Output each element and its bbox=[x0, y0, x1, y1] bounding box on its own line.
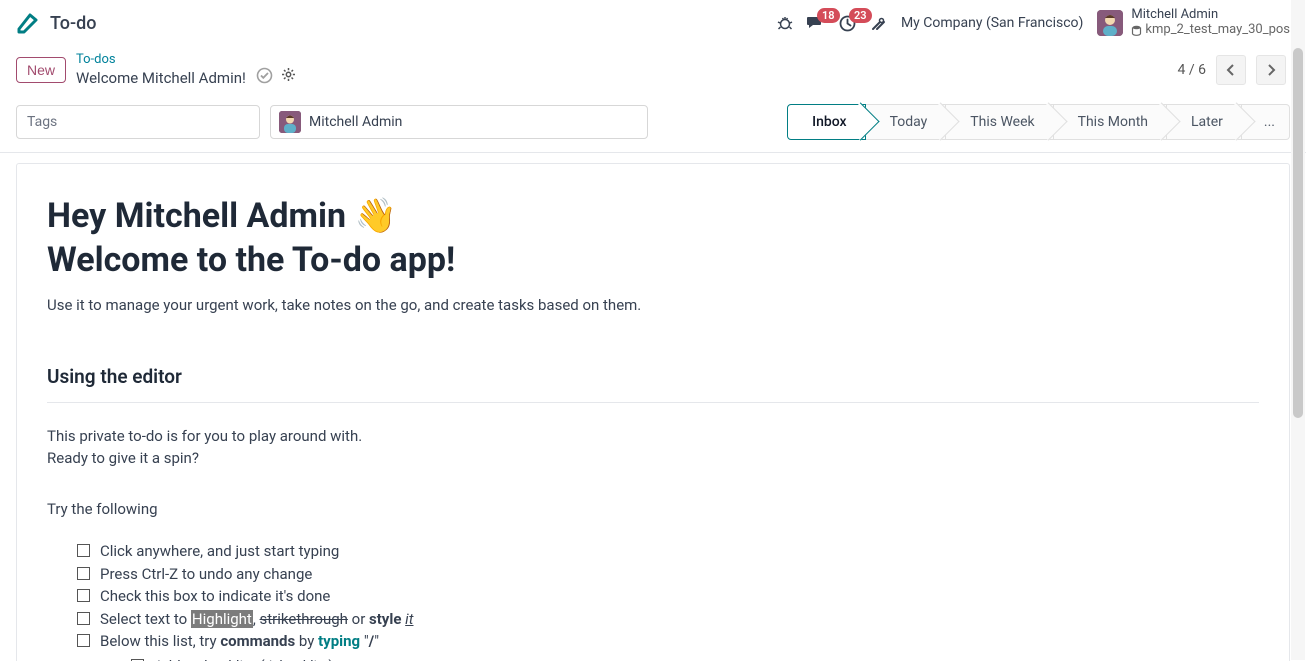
editor-content[interactable]: Hey Mitchell Admin 👋 Welcome to the To-d… bbox=[16, 163, 1290, 661]
stage-inbox[interactable]: Inbox bbox=[787, 104, 865, 140]
tags-placeholder: Tags bbox=[27, 114, 57, 130]
top-nav: To-do 18 23 My Company (San Francisco) M… bbox=[0, 0, 1306, 46]
checkbox[interactable] bbox=[77, 544, 90, 557]
stage-this-week[interactable]: This Week bbox=[946, 104, 1053, 140]
check-item: Add a checklist (/checklist) bbox=[131, 655, 1259, 661]
mark-done-icon[interactable] bbox=[256, 67, 273, 88]
assignee-field[interactable]: Mitchell Admin bbox=[270, 105, 648, 139]
breadcrumb-parent[interactable]: To-dos bbox=[76, 52, 296, 67]
doc-subheading: Using the editor bbox=[47, 365, 1259, 388]
check-item: Press Ctrl-Z to undo any change bbox=[77, 563, 1259, 586]
check-item: Below this list, try commands by typing … bbox=[77, 630, 1259, 653]
content-scroll[interactable]: Hey Mitchell Admin 👋 Welcome to the To-d… bbox=[0, 153, 1306, 661]
company-selector[interactable]: My Company (San Francisco) bbox=[901, 15, 1083, 31]
pager-prev-button[interactable] bbox=[1216, 55, 1246, 85]
stage-this-month[interactable]: This Month bbox=[1054, 104, 1167, 140]
user-menu[interactable]: Mitchell Admin kmp_2_test_may_30_pos bbox=[1097, 8, 1290, 38]
doc-subtitle: Use it to manage your urgent work, take … bbox=[47, 294, 1259, 317]
breadcrumb-row: New To-dos Welcome Mitchell Admin! 4 / 6 bbox=[0, 46, 1306, 98]
new-button[interactable]: New bbox=[16, 57, 66, 83]
messages-icon[interactable]: 18 bbox=[807, 15, 825, 31]
checkbox[interactable] bbox=[77, 567, 90, 580]
user-avatar bbox=[1097, 10, 1123, 36]
checklist: Click anywhere, and just start typing Pr… bbox=[47, 540, 1259, 653]
pager: 4 / 6 bbox=[1178, 55, 1286, 85]
activities-badge: 23 bbox=[849, 8, 872, 23]
checkbox[interactable] bbox=[77, 589, 90, 602]
checkbox[interactable] bbox=[77, 634, 90, 647]
checkbox[interactable] bbox=[77, 612, 90, 625]
checklist-nested: Add a checklist (/checklist) Add a separ… bbox=[47, 655, 1259, 661]
check-item: Select text to Highlight, strikethrough … bbox=[77, 608, 1259, 631]
assignee-avatar bbox=[279, 111, 301, 133]
control-row: Tags Mitchell Admin Inbox Today This Wee… bbox=[0, 98, 1306, 153]
assignee-name: Mitchell Admin bbox=[309, 114, 402, 130]
check-item: Check this box to indicate it's done bbox=[77, 585, 1259, 608]
breadcrumb-title: Welcome Mitchell Admin! bbox=[76, 69, 246, 87]
messages-badge: 18 bbox=[817, 8, 840, 23]
user-name: Mitchell Admin bbox=[1131, 8, 1290, 23]
doc-heading: Hey Mitchell Admin 👋 Welcome to the To-d… bbox=[47, 194, 1259, 282]
settings-tools-icon[interactable] bbox=[870, 15, 887, 32]
doc-p2: Ready to give it a spin? bbox=[47, 447, 1259, 470]
gear-icon[interactable] bbox=[281, 67, 296, 88]
stage-tabs: Inbox Today This Week This Month Later .… bbox=[787, 104, 1290, 140]
doc-p1: This private to-do is for you to play ar… bbox=[47, 425, 1259, 448]
database-icon bbox=[1131, 25, 1142, 36]
app-icon[interactable] bbox=[16, 11, 40, 35]
divider bbox=[47, 402, 1259, 403]
check-item: Click anywhere, and just start typing bbox=[77, 540, 1259, 563]
pager-next-button[interactable] bbox=[1256, 55, 1286, 85]
app-title[interactable]: To-do bbox=[50, 13, 96, 34]
tags-input[interactable]: Tags bbox=[16, 105, 260, 139]
database-name: kmp_2_test_may_30_pos bbox=[1145, 23, 1290, 38]
pager-text[interactable]: 4 / 6 bbox=[1178, 62, 1206, 78]
activities-icon[interactable]: 23 bbox=[839, 15, 856, 32]
debug-icon[interactable] bbox=[777, 15, 793, 31]
doc-p3: Try the following bbox=[47, 498, 1259, 521]
scrollbar[interactable] bbox=[1291, 0, 1305, 660]
scrollbar-thumb[interactable] bbox=[1293, 48, 1303, 418]
